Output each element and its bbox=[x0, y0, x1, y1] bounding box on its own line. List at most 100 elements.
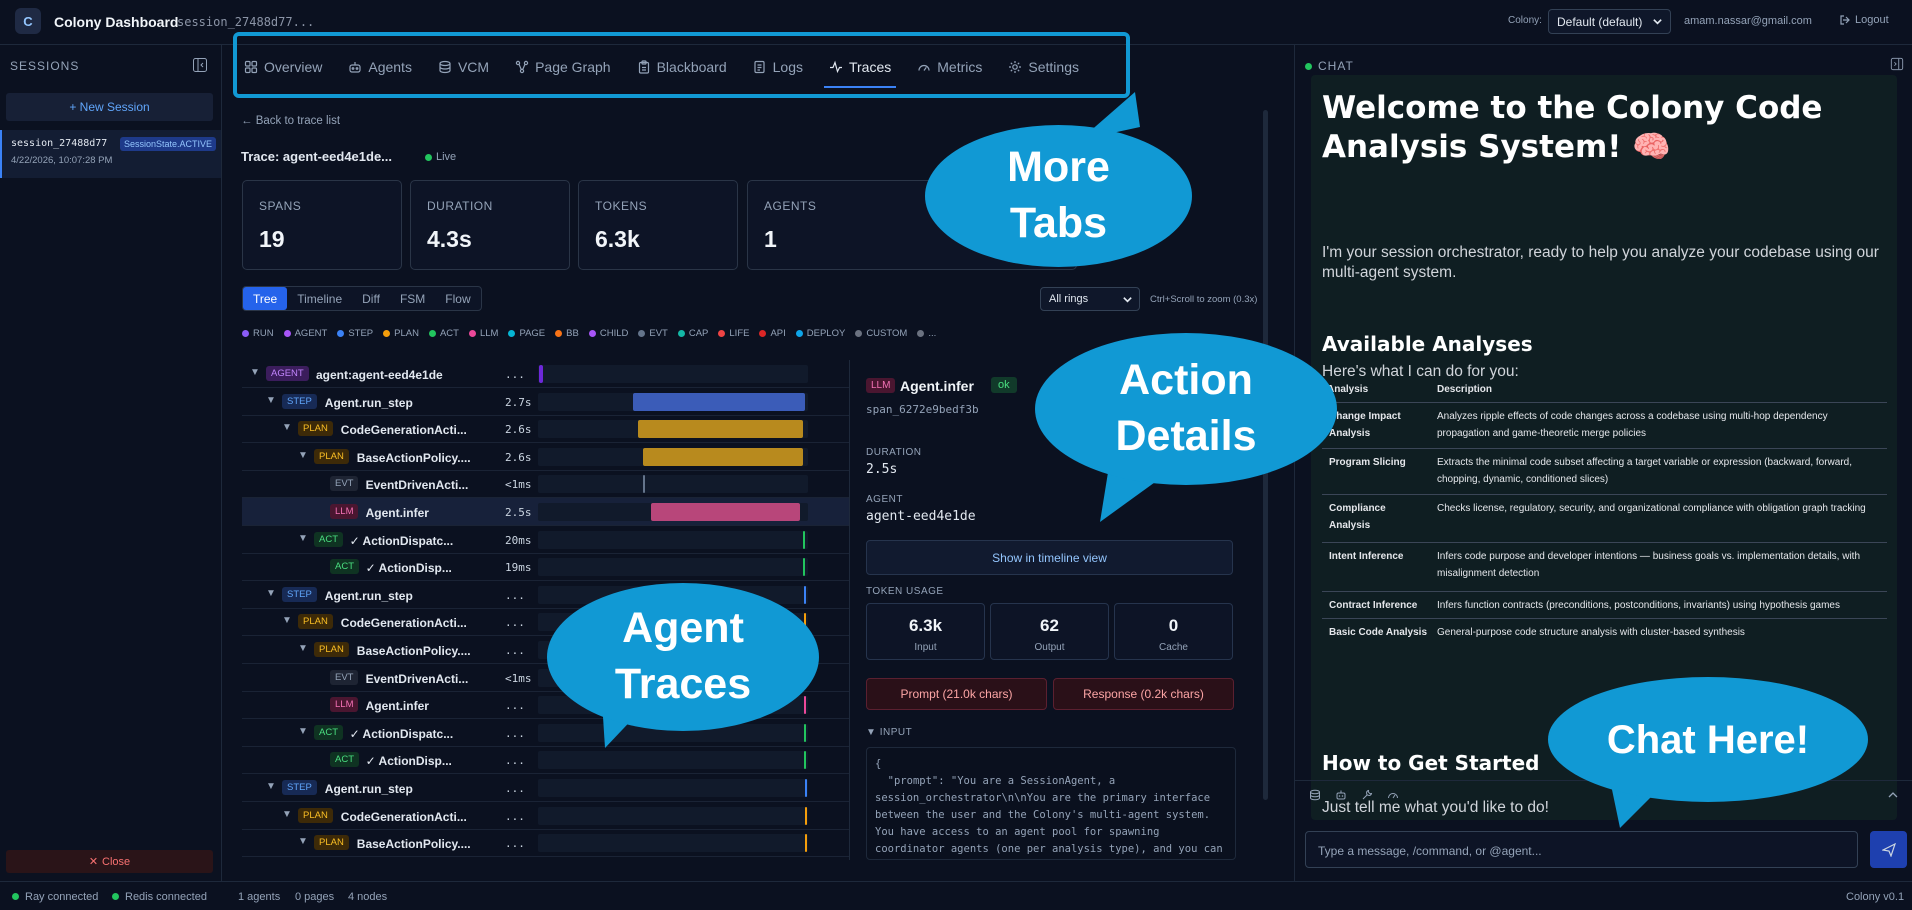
prompt-button[interactable]: Prompt (21.0k chars) bbox=[866, 678, 1047, 710]
legend-item: RUN bbox=[242, 328, 274, 339]
send-button[interactable] bbox=[1870, 831, 1907, 868]
span-kind-badge: PLAN bbox=[314, 835, 349, 851]
more-tabs-callout: More Tabs bbox=[925, 125, 1192, 267]
expand-caret-icon[interactable]: ▼ bbox=[282, 615, 292, 626]
logout-icon bbox=[1840, 15, 1850, 25]
legend-label: CAP bbox=[688, 328, 709, 339]
view-tab-flow[interactable]: Flow bbox=[435, 287, 480, 310]
show-in-timeline-button[interactable]: Show in timeline view bbox=[866, 540, 1233, 575]
legend-item: CHILD bbox=[588, 328, 629, 339]
span-kind-badge: LLM bbox=[330, 504, 359, 519]
expand-caret-icon[interactable]: ▼ bbox=[266, 395, 276, 406]
analysis-description: Checks license, regulatory, security, an… bbox=[1437, 503, 1866, 514]
trace-row[interactable]: ▼ AGENT agent:agent-eed4e1de... bbox=[242, 360, 849, 388]
gauge-icon[interactable] bbox=[1387, 789, 1399, 801]
expand-caret-icon[interactable]: ▼ bbox=[298, 643, 308, 654]
legend-item: EVT bbox=[638, 328, 668, 339]
session-list-item[interactable]: session_27488d77 SessionState.ACTIVE 4/2… bbox=[0, 130, 221, 178]
span-kind-badge: STEP bbox=[282, 586, 317, 602]
legend-item: AGENT bbox=[283, 328, 327, 339]
analysis-description: Infers function contracts (preconditions… bbox=[1437, 600, 1840, 611]
timeline-track bbox=[538, 806, 808, 825]
analysis-name: Program Slicing bbox=[1329, 457, 1406, 468]
span-duration: ... bbox=[505, 644, 525, 657]
trace-row[interactable]: ▼ PLAN CodeGenerationActi... 2.6s bbox=[242, 415, 849, 444]
expand-caret-icon[interactable]: ▼ bbox=[298, 450, 308, 461]
input-section-toggle[interactable]: ▼ INPUT bbox=[866, 727, 912, 738]
legend-label: CHILD bbox=[599, 328, 629, 339]
span-duration: ... bbox=[505, 588, 525, 602]
span-name: CodeGenerationActi... bbox=[340, 423, 467, 438]
trace-row[interactable]: ▼ PLAN BaseActionPolicy....... bbox=[242, 829, 849, 858]
legend-dot bbox=[759, 330, 767, 337]
span-id: span_6272e9bedf3b bbox=[866, 403, 979, 416]
rings-select[interactable]: All rings bbox=[1040, 287, 1140, 311]
tokens-card: TOKENS 6.3k bbox=[578, 180, 738, 270]
legend-label: PLAN bbox=[394, 328, 419, 339]
trace-row[interactable]: ACT ✓ ActionDisp...... bbox=[242, 746, 849, 775]
view-tab-fsm[interactable]: FSM bbox=[390, 287, 435, 310]
trace-row[interactable]: LLM Agent.infer 2.5s bbox=[242, 498, 849, 526]
span-kind-badge: ACT bbox=[330, 559, 359, 575]
trace-title: Trace: agent-eed4e1de... bbox=[241, 149, 393, 164]
expand-caret-icon[interactable]: ▼ bbox=[266, 588, 276, 599]
view-tab-timeline[interactable]: Timeline bbox=[287, 287, 352, 310]
expand-caret-icon[interactable]: ▼ bbox=[298, 726, 308, 737]
span-duration: ... bbox=[505, 837, 525, 851]
timeline-bar bbox=[802, 558, 805, 577]
trace-row[interactable]: ▼ PLAN CodeGenerationActi...... bbox=[242, 802, 849, 830]
colony-select[interactable]: Default (default) bbox=[1548, 9, 1671, 34]
expand-caret-icon[interactable]: ▼ bbox=[298, 836, 308, 847]
trace-row[interactable]: ▼ ACT ✓ ActionDispatc...... bbox=[242, 719, 849, 747]
redis-status-dot bbox=[112, 893, 119, 900]
back-to-trace-list-link[interactable]: ← Back to trace list bbox=[241, 115, 340, 127]
table-divider bbox=[1322, 591, 1887, 592]
legend-dot bbox=[677, 330, 685, 337]
expand-caret-icon[interactable]: ▼ bbox=[282, 422, 292, 433]
callout-text: Action Details bbox=[1115, 356, 1257, 460]
wrench-icon[interactable] bbox=[1361, 789, 1373, 801]
new-session-button[interactable]: + New Session bbox=[6, 93, 213, 121]
expand-caret-icon[interactable]: ▼ bbox=[250, 367, 260, 378]
token-label: Cache bbox=[1159, 642, 1188, 653]
trace-row[interactable]: EVT EventDrivenActi... <1ms bbox=[242, 470, 849, 499]
welcome-heading: Welcome to the Colony Code Analysis Syst… bbox=[1322, 90, 1823, 165]
span-name: EventDrivenActi... bbox=[365, 478, 469, 493]
close-session-button[interactable]: ✕ Close bbox=[6, 850, 213, 873]
legend-item: ... bbox=[917, 328, 936, 339]
collapse-chat-icon[interactable] bbox=[1890, 57, 1904, 71]
trace-row[interactable]: ACT ✓ ActionDisp... 19ms bbox=[242, 553, 849, 582]
colony-select-value: Default (default) bbox=[1557, 15, 1643, 29]
token-label: Output bbox=[1034, 642, 1065, 653]
legend-label: RUN bbox=[253, 328, 274, 339]
trace-row[interactable]: ▼ STEP Agent.run_step 2.7s bbox=[242, 388, 849, 416]
card-label: TOKENS bbox=[595, 199, 648, 213]
legend-dot bbox=[428, 330, 436, 337]
view-tab-tree[interactable]: Tree bbox=[243, 287, 288, 310]
chevron-up-icon[interactable] bbox=[1887, 789, 1899, 801]
trace-row[interactable]: ▼ STEP Agent.run_step... bbox=[242, 774, 849, 802]
chat-header: CHAT bbox=[1305, 59, 1354, 73]
view-tab-diff[interactable]: Diff bbox=[352, 287, 390, 310]
callout-text: More Tabs bbox=[1007, 143, 1110, 247]
trace-view-tabs: Tree Timeline Diff FSM Flow bbox=[242, 286, 482, 311]
response-button[interactable]: Response (0.2k chars) bbox=[1053, 678, 1234, 710]
collapse-sidebar-icon[interactable] bbox=[192, 57, 208, 73]
legend-dot bbox=[855, 330, 863, 337]
timeline-track bbox=[538, 530, 808, 549]
chat-here-callout: Chat Here! bbox=[1548, 677, 1868, 802]
span-duration: ... bbox=[505, 699, 525, 713]
expand-caret-icon[interactable]: ▼ bbox=[298, 533, 308, 544]
trace-row[interactable]: ▼ PLAN BaseActionPolicy.... 2.6s bbox=[242, 443, 849, 471]
action-details-callout: Action Details bbox=[1035, 333, 1337, 485]
expand-caret-icon[interactable]: ▼ bbox=[266, 781, 276, 792]
logout-button[interactable]: Logout bbox=[1839, 14, 1889, 26]
legend-dot bbox=[337, 330, 345, 337]
timeline-bar bbox=[803, 585, 806, 604]
chat-input[interactable]: Type a message, /command, or @agent... bbox=[1305, 831, 1858, 868]
trace-row[interactable]: ▼ ACT ✓ ActionDispatc... 20ms bbox=[242, 526, 849, 554]
database-icon[interactable] bbox=[1309, 789, 1321, 801]
robot-icon[interactable] bbox=[1335, 789, 1347, 801]
token-usage-label: TOKEN USAGE bbox=[866, 586, 944, 597]
expand-caret-icon[interactable]: ▼ bbox=[282, 809, 292, 820]
